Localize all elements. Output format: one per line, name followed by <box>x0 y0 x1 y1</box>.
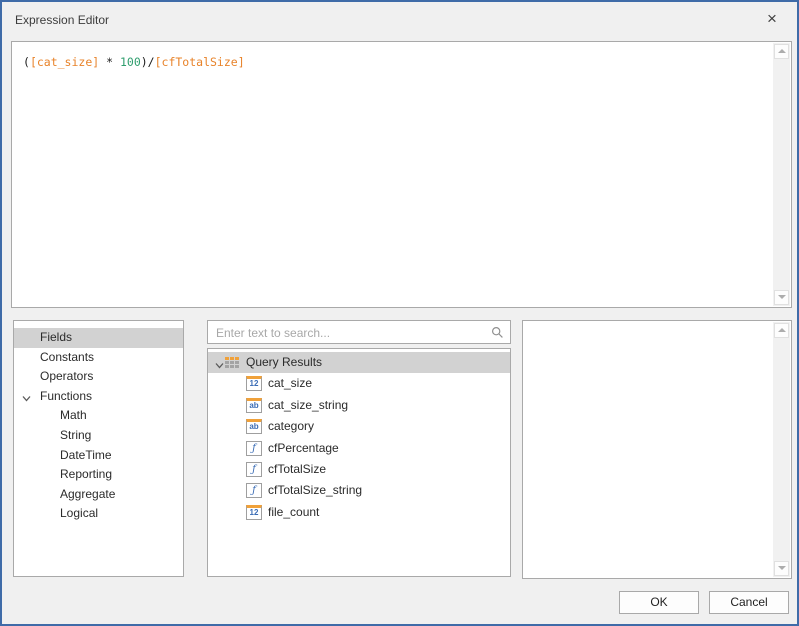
table-icon-cell <box>230 365 234 368</box>
text-field-icon: ab <box>246 398 262 413</box>
expression-token-plain: ( <box>23 55 30 69</box>
scroll-up-icon <box>778 49 786 53</box>
tree-field-category[interactable]: ab category <box>208 416 510 437</box>
numeric-field-icon: 12 <box>246 505 262 520</box>
category-list: Fields Constants Operators Functions Math Str… <box>13 320 184 577</box>
tree-field-cfPercentage[interactable]: ƒ cfPercentage <box>208 438 510 459</box>
table-icon-cell <box>230 357 234 360</box>
function-field-icon: ƒ <box>246 441 262 456</box>
category-item-datetime[interactable]: DateTime <box>14 446 183 466</box>
ok-button[interactable]: OK <box>619 591 699 614</box>
table-icon-cell <box>235 365 239 368</box>
category-label: Fields <box>40 330 72 344</box>
field-icon-glyph: ƒ <box>247 442 261 455</box>
expression-scrollbar[interactable] <box>773 43 790 306</box>
field-icon-glyph: ƒ <box>247 463 261 476</box>
table-icon-cell <box>235 361 239 364</box>
tree-field-label: cfPercentage <box>268 441 339 455</box>
description-scrollbar[interactable] <box>773 322 790 577</box>
expression-token-plain: * <box>99 55 120 69</box>
field-icon-glyph: 12 <box>247 508 261 518</box>
tree-field-label: cat_size_string <box>268 398 348 412</box>
category-label: Operators <box>40 369 93 383</box>
scroll-up-button[interactable] <box>774 44 789 59</box>
table-icon-cell <box>235 357 239 360</box>
category-item-logical[interactable]: Logical <box>14 504 183 524</box>
chevron-down-icon[interactable] <box>21 391 33 403</box>
category-label: Logical <box>60 506 98 520</box>
category-item-math[interactable]: Math <box>14 406 183 426</box>
expression-input[interactable]: ([cat_size] * 100)/[cfTotalSize] <box>11 41 792 308</box>
search-box <box>207 320 511 344</box>
tree-field-cat_size_string[interactable]: ab cat_size_string <box>208 395 510 416</box>
search-icon[interactable] <box>491 326 504 339</box>
tree-field-label: cfTotalSize <box>268 462 326 476</box>
field-icon-glyph: ƒ <box>247 484 261 497</box>
category-label: Math <box>60 408 87 422</box>
table-icon-cell <box>225 361 229 364</box>
field-icon-glyph: ab <box>247 422 261 432</box>
field-icon-glyph: ab <box>247 401 261 411</box>
description-panel <box>522 320 792 579</box>
expression-token-field: [cfTotalSize] <box>155 55 245 69</box>
category-label: DateTime <box>60 448 112 462</box>
table-icon-cell <box>225 365 229 368</box>
field-icon-glyph: 12 <box>247 379 261 389</box>
category-label: Aggregate <box>60 487 115 501</box>
tree-field-file_count[interactable]: 12 file_count <box>208 502 510 523</box>
category-label: String <box>60 428 91 442</box>
category-label: Functions <box>40 389 92 403</box>
function-field-icon: ƒ <box>246 483 262 498</box>
tree-node-label: Query Results <box>246 355 322 369</box>
table-icon-cell <box>225 357 229 360</box>
expression-token-number: 100 <box>120 55 141 69</box>
category-item-fields[interactable]: Fields <box>14 328 183 348</box>
category-item-string[interactable]: String <box>14 426 183 446</box>
category-label: Constants <box>40 350 94 364</box>
tree-field-cfTotalSize[interactable]: ƒ cfTotalSize <box>208 459 510 480</box>
fields-tree: Query Results 12 cat_sizeab cat_size_string… <box>207 348 511 577</box>
table-icon <box>225 357 239 368</box>
text-field-icon: ab <box>246 419 262 434</box>
scroll-down-button[interactable] <box>774 561 789 576</box>
dialog-title: Expression Editor <box>15 13 109 27</box>
close-icon: × <box>767 9 777 28</box>
scroll-up-button[interactable] <box>774 323 789 338</box>
tree-field-label: cat_size <box>268 376 312 390</box>
cancel-button[interactable]: Cancel <box>709 591 789 614</box>
category-label: Reporting <box>60 467 112 481</box>
search-input[interactable] <box>214 324 478 342</box>
scroll-down-button[interactable] <box>774 290 789 305</box>
tree-field-label: file_count <box>268 505 319 519</box>
numeric-field-icon: 12 <box>246 376 262 391</box>
expression-token-plain: )/ <box>141 55 155 69</box>
category-item-operators[interactable]: Operators <box>14 367 183 387</box>
expression-text: ([cat_size] * 100)/[cfTotalSize] <box>23 55 245 69</box>
tree-field-cat_size[interactable]: 12 cat_size <box>208 373 510 394</box>
tree-field-label: cfTotalSize_string <box>268 483 362 497</box>
tree-field-cfTotalSize_string[interactable]: ƒ cfTotalSize_string <box>208 480 510 501</box>
tree-field-label: category <box>268 419 314 433</box>
category-item-constants[interactable]: Constants <box>14 348 183 368</box>
table-icon-cell <box>230 361 234 364</box>
function-field-icon: ƒ <box>246 462 262 477</box>
expression-editor-dialog: Expression Editor × ([cat_size] * 100)/[… <box>0 0 799 626</box>
category-item-reporting[interactable]: Reporting <box>14 465 183 485</box>
scroll-down-icon <box>778 566 786 570</box>
category-item-aggregate[interactable]: Aggregate <box>14 485 183 505</box>
scroll-up-icon <box>778 328 786 332</box>
scroll-down-icon <box>778 295 786 299</box>
category-item-functions[interactable]: Functions <box>14 387 183 407</box>
expression-token-field: [cat_size] <box>30 55 99 69</box>
tree-node-query-results[interactable]: Query Results <box>208 352 510 373</box>
close-button[interactable]: × <box>759 7 785 31</box>
